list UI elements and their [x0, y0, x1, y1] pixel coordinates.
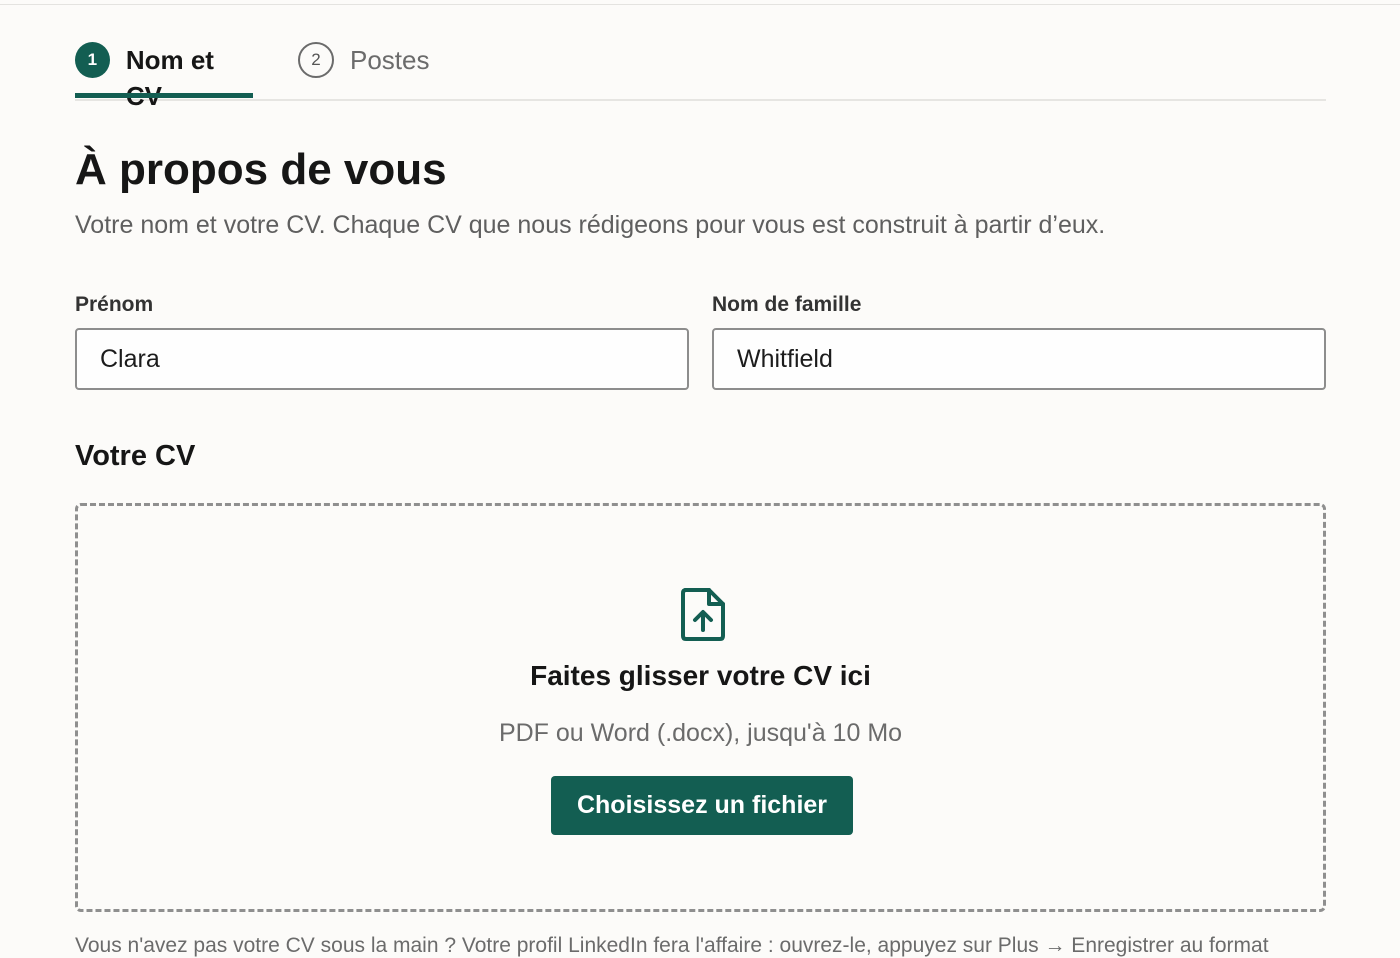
- choose-file-button[interactable]: Choisissez un fichier: [551, 776, 853, 835]
- page-title: À propos de vous: [75, 145, 447, 194]
- step-label: Nom et CV: [125, 45, 214, 111]
- cv-dropzone[interactable]: Faites glisser votre CV ici PDF ou Word …: [75, 503, 1326, 912]
- step-number-badge: 1: [75, 42, 110, 78]
- file-upload-icon: [681, 588, 725, 641]
- step-number-badge: 2: [298, 42, 334, 78]
- last-name-label: Nom de famille: [712, 293, 862, 316]
- cv-section-title: Votre CV: [75, 440, 196, 472]
- stepper: 1 Nom et CV 2 Postes: [75, 0, 1326, 111]
- first-name-field-group: Prénom: [75, 291, 689, 390]
- linkedin-footnote: Vous n'avez pas votre CV sous la main ? …: [75, 934, 1269, 957]
- dropzone-hint: PDF ou Word (.docx), jusqu'à 10 Mo: [498, 719, 903, 747]
- page-subtitle: Votre nom et votre CV. Chaque CV que nou…: [75, 211, 1106, 239]
- last-name-field-group: Nom de famille: [712, 291, 1326, 390]
- step-label: Postes: [350, 45, 430, 75]
- dropzone-title: Faites glisser votre CV ici: [530, 660, 871, 691]
- first-name-label: Prénom: [75, 293, 154, 316]
- step-nom-et-cv[interactable]: 1 Nom et CV: [75, 42, 253, 111]
- first-name-input[interactable]: [75, 328, 689, 390]
- last-name-input[interactable]: [712, 328, 1326, 390]
- step-postes[interactable]: 2 Postes: [298, 42, 430, 98]
